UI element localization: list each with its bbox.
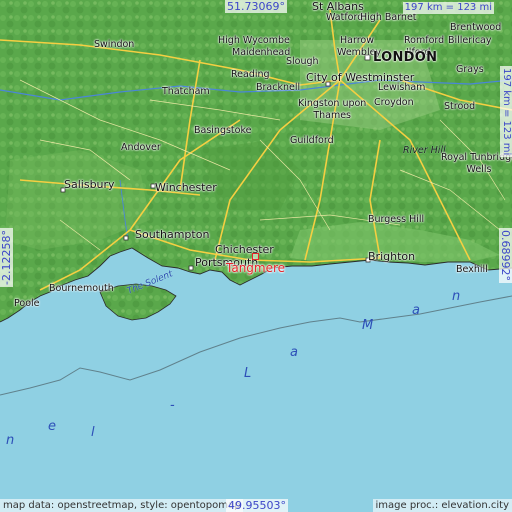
place-slough[interactable]: Slough <box>286 56 319 68</box>
place-bexhill[interactable]: Bexhill <box>456 264 488 276</box>
place-lewisham[interactable]: Lewisham <box>378 82 425 94</box>
place-croydon[interactable]: Croydon <box>374 97 414 109</box>
place-strood[interactable]: Strood <box>444 101 475 113</box>
place-bournemouth[interactable]: Bournemouth <box>49 283 114 295</box>
place-london[interactable]: LONDON <box>373 51 437 64</box>
place-poole[interactable]: Poole <box>14 298 40 310</box>
place-southampton[interactable]: Southampton <box>135 229 209 241</box>
place-andover[interactable]: Andover <box>121 142 161 154</box>
sea-letter: n <box>452 289 461 304</box>
place-high-wycombe[interactable]: High Wycombe <box>218 35 290 47</box>
place-grays[interactable]: Grays <box>456 64 484 76</box>
scale-bar-top: 197 km = 123 mi <box>402 2 494 14</box>
place-swindon[interactable]: Swindon <box>94 39 134 51</box>
south-latitude-label: 49.95503° <box>226 499 288 512</box>
sea-letter: e <box>48 419 56 434</box>
sea-letter: a <box>290 345 298 360</box>
location-marker[interactable] <box>252 253 259 260</box>
sea-letter: a <box>412 303 420 318</box>
place-brighton[interactable]: Brighton <box>368 251 415 263</box>
place-reading[interactable]: Reading <box>231 69 270 81</box>
map-canvas[interactable]: St Albans Watford High Barnet Brentwood … <box>0 0 512 512</box>
place-bracknell[interactable]: Bracknell <box>256 82 300 94</box>
place-burgess-hill[interactable]: Burgess Hill <box>368 214 424 226</box>
place-river-hill[interactable]: River Hill <box>403 145 446 157</box>
highlighted-place-tangmere[interactable]: Tangmere <box>226 262 285 274</box>
place-thatcham[interactable]: Thatcham <box>162 86 210 98</box>
sea-letter: n <box>6 433 15 448</box>
place-salisbury[interactable]: Salisbury <box>64 179 115 191</box>
place-billericay[interactable]: Billericay <box>448 35 492 47</box>
place-kingston-upon-thames[interactable]: Kingston upon Thames <box>298 98 366 122</box>
place-chichester[interactable]: Chichester <box>215 244 274 256</box>
place-brentwood[interactable]: Brentwood <box>450 22 501 34</box>
scale-bar-right: 197 km = 123 mi <box>500 66 512 158</box>
place-basingstoke[interactable]: Basingstoke <box>194 125 251 137</box>
place-winchester[interactable]: Winchester <box>155 182 217 194</box>
east-longitude-label: 0.68992° <box>499 228 512 283</box>
north-latitude-label: 51.73069° <box>225 0 287 13</box>
place-harrow[interactable]: Harrow <box>340 35 374 47</box>
sea-letter: L <box>244 366 252 381</box>
place-watford[interactable]: Watford <box>326 12 363 24</box>
attribution-map-data: map data: openstreetmap, style: opentopo… <box>0 499 244 512</box>
place-guildford[interactable]: Guildford <box>290 135 334 147</box>
sea-letter: M <box>362 318 374 333</box>
sea-letter: - <box>170 398 175 413</box>
west-longitude-label: -2.12258° <box>0 228 13 287</box>
place-maidenhead[interactable]: Maidenhead <box>232 47 290 59</box>
sea-letter: l <box>91 425 95 440</box>
place-romford[interactable]: Romford <box>404 35 444 47</box>
attribution-image-processing: image proc.: elevation.city <box>372 499 512 512</box>
